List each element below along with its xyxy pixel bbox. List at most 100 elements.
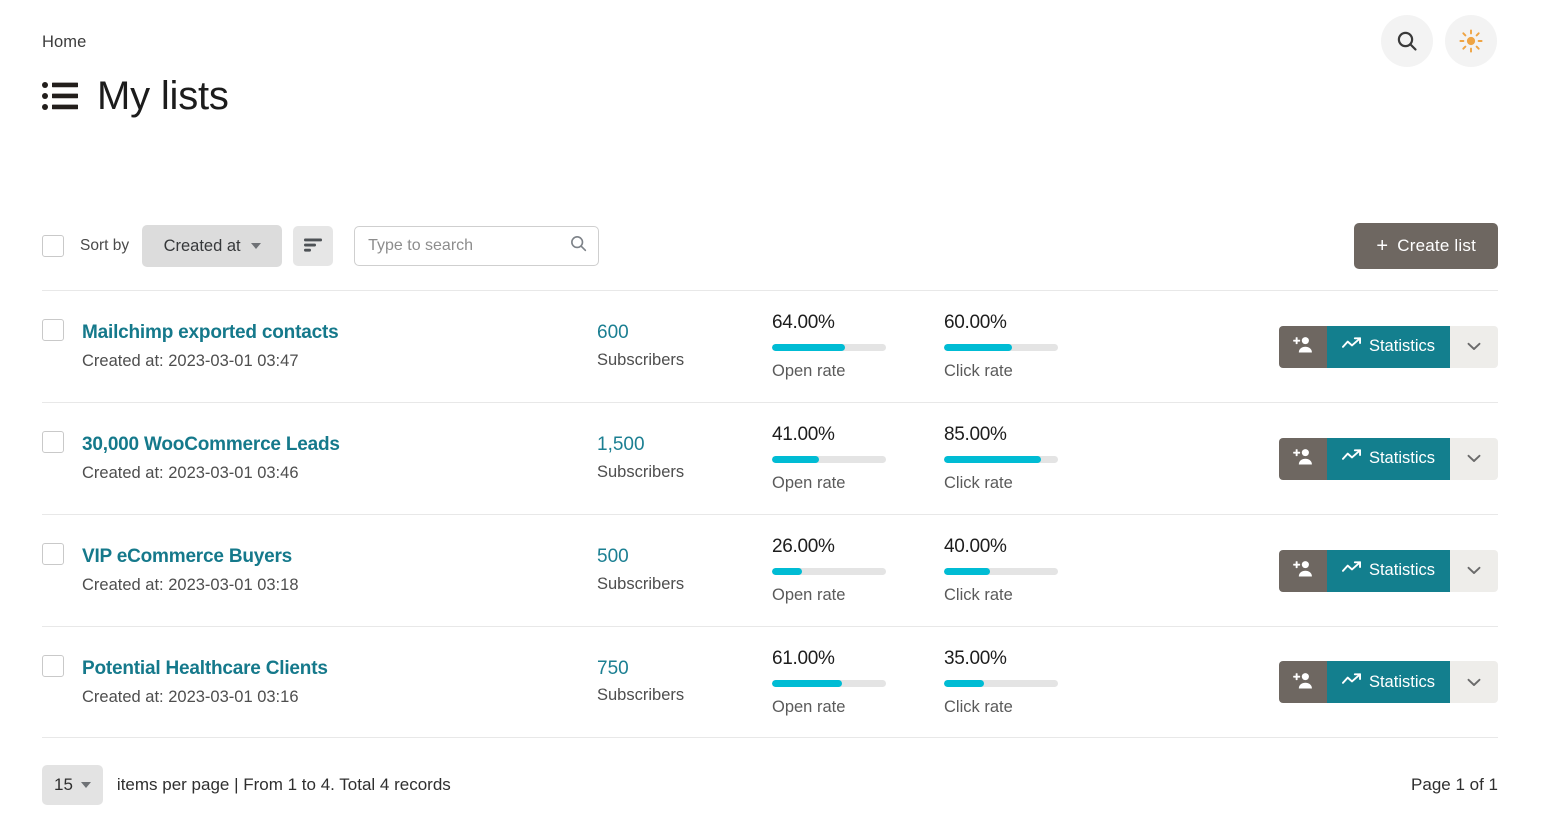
add-subscriber-button[interactable]	[1278, 437, 1327, 480]
list-name-cell: VIP eCommerce Buyers Created at: 2023-03…	[82, 546, 597, 595]
add-subscriber-icon	[1292, 447, 1314, 470]
list-icon	[42, 81, 78, 111]
subscribers-cell: 500 Subscribers	[597, 547, 772, 594]
click-rate-bar	[944, 344, 1058, 351]
items-per-page-value: 15	[54, 775, 73, 794]
row-checkbox[interactable]	[42, 655, 64, 677]
subscribers-count[interactable]: 600	[597, 323, 772, 343]
subscribers-label: Subscribers	[597, 574, 685, 593]
click-rate-bar-fill	[944, 679, 984, 687]
create-list-label: Create list	[1397, 236, 1476, 255]
add-subscriber-button[interactable]	[1278, 549, 1327, 592]
statistics-button[interactable]: Statistics	[1326, 325, 1450, 368]
breadcrumb[interactable]: Home	[42, 33, 86, 52]
click-rate-cell: 40.00% Click rate	[944, 536, 1116, 605]
open-rate-bar	[772, 344, 886, 351]
click-rate-value: 35.00%	[944, 647, 1007, 669]
search-field-wrapper	[354, 226, 600, 266]
chart-trend-icon	[1341, 448, 1361, 469]
list-name-cell: Potential Healthcare Clients Created at:…	[82, 658, 597, 707]
click-rate-bar	[944, 456, 1058, 463]
theme-toggle-button[interactable]	[1445, 15, 1497, 67]
open-rate-cell: 64.00% Open rate	[772, 312, 944, 381]
create-list-button[interactable]: + Create list	[1354, 223, 1498, 269]
subscribers-count[interactable]: 500	[597, 547, 772, 567]
row-more-button[interactable]	[1450, 325, 1498, 368]
plus-icon: +	[1376, 235, 1389, 257]
row-actions: Statistics	[1278, 437, 1498, 480]
records-summary: items per page | From 1 to 4. Total 4 re…	[116, 775, 451, 794]
row-actions: Statistics	[1278, 661, 1498, 703]
statistics-button[interactable]: Statistics	[1326, 661, 1450, 703]
row-more-button[interactable]	[1450, 549, 1498, 592]
row-checkbox[interactable]	[42, 319, 64, 341]
select-all-checkbox[interactable]	[42, 235, 64, 257]
open-rate-value: 64.00%	[772, 312, 835, 333]
list-name-link[interactable]: 30,000 WooCommerce Leads	[82, 434, 340, 456]
list-toolbar: Sort by Created at +	[42, 222, 1498, 270]
click-rate-bar-fill	[944, 344, 1013, 351]
row-more-button[interactable]	[1450, 661, 1498, 703]
top-actions	[1381, 15, 1497, 67]
items-per-page-dropdown[interactable]: 15	[42, 765, 103, 805]
row-actions: Statistics	[1278, 325, 1498, 368]
statistics-button[interactable]: Statistics	[1326, 549, 1450, 592]
open-rate-bar	[772, 456, 886, 463]
click-rate-label: Click rate	[944, 586, 1013, 604]
page-header: My lists	[42, 76, 229, 116]
table-row[interactable]: Mailchimp exported contacts Created at: …	[42, 290, 1498, 402]
list-name-link[interactable]: VIP eCommerce Buyers	[82, 546, 292, 568]
open-rate-value: 26.00%	[772, 536, 835, 557]
add-subscriber-icon	[1292, 671, 1314, 694]
click-rate-bar-fill	[944, 568, 990, 575]
add-subscriber-icon	[1292, 335, 1314, 358]
row-checkbox[interactable]	[42, 431, 64, 453]
table-row[interactable]: VIP eCommerce Buyers Created at: 2023-03…	[42, 514, 1498, 626]
table-row[interactable]: 30,000 WooCommerce Leads Created at: 202…	[42, 402, 1498, 514]
click-rate-value: 60.00%	[944, 312, 1007, 333]
sort-field-dropdown[interactable]: Created at	[142, 225, 283, 267]
table-footer: 15 items per page | From 1 to 4. Total 4…	[42, 762, 1498, 808]
open-rate-bar-fill	[772, 679, 842, 687]
row-checkbox-cell	[42, 431, 82, 453]
search-input[interactable]	[354, 226, 600, 266]
open-rate-label: Open rate	[772, 697, 846, 716]
open-rate-bar	[772, 568, 886, 575]
click-rate-bar-fill	[944, 456, 1041, 463]
list-name-link[interactable]: Mailchimp exported contacts	[82, 322, 339, 344]
click-rate-cell: 60.00% Click rate	[944, 312, 1116, 381]
statistics-button[interactable]: Statistics	[1326, 437, 1450, 480]
statistics-label: Statistics	[1368, 449, 1435, 467]
row-actions: Statistics	[1278, 549, 1498, 592]
search-icon	[1395, 29, 1419, 53]
open-rate-label: Open rate	[772, 474, 846, 492]
sort-direction-button[interactable]	[293, 226, 334, 266]
list-created-at: Created at: 2023-03-01 03:16	[82, 687, 299, 706]
subscribers-count[interactable]: 1,500	[597, 435, 772, 455]
list-created-at: Created at: 2023-03-01 03:46	[82, 464, 299, 482]
add-subscriber-button[interactable]	[1278, 325, 1327, 368]
click-rate-bar	[944, 568, 1058, 575]
row-checkbox-cell	[42, 319, 82, 341]
subscribers-count[interactable]: 750	[597, 658, 772, 679]
list-name-link[interactable]: Potential Healthcare Clients	[82, 658, 328, 680]
click-rate-cell: 35.00% Click rate	[944, 648, 1116, 717]
open-rate-bar-fill	[772, 344, 845, 351]
subscribers-cell: 750 Subscribers	[597, 658, 772, 706]
sort-lines-icon	[302, 237, 324, 256]
page-title: My lists	[97, 74, 229, 118]
click-rate-value: 40.00%	[944, 536, 1007, 557]
list-name-cell: Mailchimp exported contacts Created at: …	[82, 322, 597, 371]
list-created-at: Created at: 2023-03-01 03:47	[82, 352, 299, 370]
row-more-button[interactable]	[1450, 437, 1498, 480]
table-row[interactable]: Potential Healthcare Clients Created at:…	[42, 626, 1498, 738]
click-rate-label: Click rate	[944, 474, 1013, 492]
subscribers-label: Subscribers	[597, 462, 685, 481]
open-rate-value: 61.00%	[772, 647, 835, 669]
open-rate-cell: 61.00% Open rate	[772, 648, 944, 717]
subscribers-label: Subscribers	[597, 686, 685, 705]
open-rate-label: Open rate	[772, 586, 846, 604]
search-button[interactable]	[1381, 15, 1433, 67]
add-subscriber-button[interactable]	[1278, 661, 1327, 703]
row-checkbox[interactable]	[42, 543, 64, 565]
